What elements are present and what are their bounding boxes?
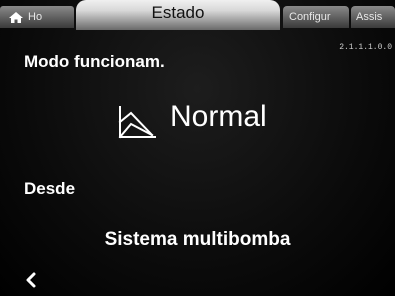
house-icon: [9, 12, 23, 23]
operation-mode-value: Normal: [0, 100, 395, 144]
operation-mode-label: Normal: [170, 100, 267, 133]
control-curve-icon: [118, 106, 156, 139]
tab-settings-label: Configur: [289, 11, 331, 23]
tab-home-label: Ho: [28, 11, 43, 23]
operation-mode-title: Modo funcionam.: [24, 52, 165, 71]
tab-settings[interactable]: Configur: [283, 6, 349, 28]
tab-assistant[interactable]: Assis: [351, 6, 395, 28]
source-value: Sistema multibomba: [104, 229, 291, 250]
tab-home[interactable]: Ho: [0, 6, 74, 28]
tab-bar: Ho Estado Configur Assis: [0, 0, 395, 30]
chevron-left-icon[interactable]: [22, 270, 42, 290]
tab-status[interactable]: Estado: [76, 0, 280, 30]
tab-assistant-label: Assis: [356, 11, 383, 23]
tab-status-label: Estado: [151, 3, 205, 22]
display-screen: Ho Estado Configur Assis 2.1.1.1.0.0 Mod…: [0, 0, 395, 296]
menu-id: 2.1.1.1.0.0: [339, 43, 392, 52]
source-title: Desde: [24, 179, 76, 198]
